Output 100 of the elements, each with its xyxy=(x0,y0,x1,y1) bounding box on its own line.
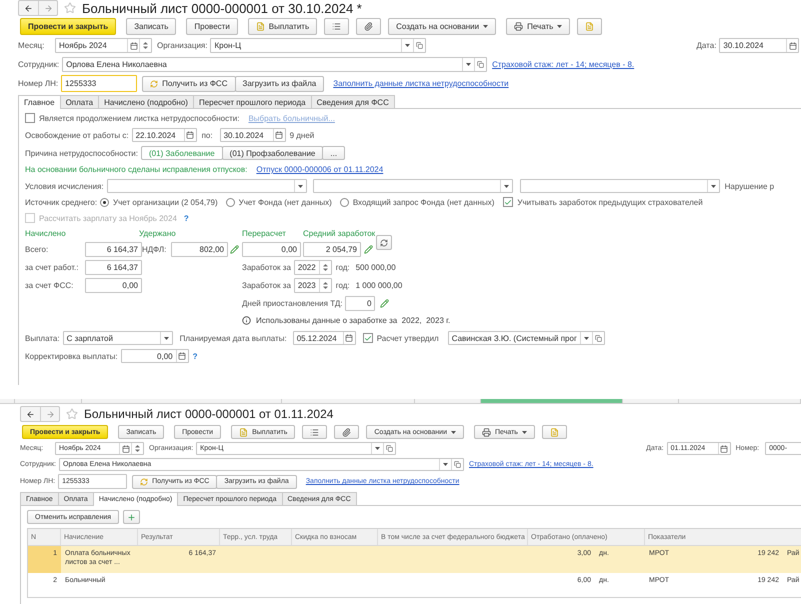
checkbox[interactable] xyxy=(25,113,35,123)
date-field[interactable]: 22.10.2024 xyxy=(132,128,197,142)
plus-icon xyxy=(127,512,136,522)
pencil-icon[interactable] xyxy=(380,299,390,308)
refresh-icon xyxy=(380,238,388,246)
calendar-icon[interactable] xyxy=(345,334,354,342)
star-icon[interactable] xyxy=(64,2,76,14)
field-label: НДФЛ: xyxy=(142,245,168,254)
date-field[interactable]: 30.10.2024 xyxy=(220,128,286,142)
calendar-icon[interactable] xyxy=(122,444,130,452)
caret-icon xyxy=(504,184,509,188)
section-heading: Начислено xyxy=(25,229,66,238)
year-field[interactable]: 2022 xyxy=(294,260,332,275)
list-button[interactable] xyxy=(324,18,350,35)
tab[interactable]: Сведения для ФСС xyxy=(310,95,395,109)
add-row-button[interactable] xyxy=(123,510,140,524)
field-label: Месяц: xyxy=(18,41,46,50)
field-label: год: xyxy=(336,281,351,290)
field-label: Дней приостановления ТД: xyxy=(242,299,344,308)
copy-icon[interactable] xyxy=(594,334,602,342)
insurance-record-link[interactable]: Страховой стаж: лет - 14; месяцев - 8. xyxy=(492,60,634,69)
organization-field[interactable]: Крон-Ц xyxy=(210,38,426,53)
get-from-fss-button[interactable]: Получить из ФСС xyxy=(142,76,236,92)
amount-field[interactable]: 0,00 xyxy=(242,242,301,257)
paperclip-icon xyxy=(342,428,352,436)
days-field[interactable]: 0 xyxy=(345,296,376,311)
field-label: Источник среднего: xyxy=(25,198,98,206)
copy-icon[interactable] xyxy=(416,42,424,49)
cause-option[interactable]: (01) Заболевание xyxy=(141,146,223,160)
document-icon xyxy=(585,22,594,31)
conditions-field[interactable] xyxy=(312,179,513,193)
calendar-icon[interactable] xyxy=(275,131,284,139)
radio-label: Учет организации (2 054,79) xyxy=(113,198,219,206)
fill-data-link[interactable]: Заполнить данные листка нетрудоспособности xyxy=(333,79,509,88)
copy-icon[interactable] xyxy=(477,61,484,68)
print-button[interactable]: Печать xyxy=(506,18,570,35)
field-label: Сотрудник: xyxy=(18,60,60,69)
date-field[interactable]: 05.12.2024 xyxy=(292,331,356,345)
calendar-icon[interactable] xyxy=(788,42,797,50)
cause-option[interactable]: (01) Профзаболевание xyxy=(222,146,324,160)
more-button[interactable]: ... xyxy=(322,146,346,160)
spinner-icon[interactable] xyxy=(322,263,328,272)
tab[interactable]: Пересчет прошлого периода xyxy=(192,95,312,109)
amount-field[interactable]: 2 054,79 xyxy=(303,242,361,257)
document-icon xyxy=(256,22,265,31)
report-button[interactable] xyxy=(577,18,602,35)
tab[interactable]: Начислено (подробно) xyxy=(98,95,194,109)
copy-icon[interactable] xyxy=(454,461,461,468)
list-button[interactable] xyxy=(302,425,328,439)
amount-field[interactable]: 6 164,37 xyxy=(85,242,142,257)
radio-button[interactable] xyxy=(226,198,235,206)
amount-field[interactable]: 0,00 xyxy=(120,349,189,363)
amount-field[interactable]: 0,00 xyxy=(85,278,142,293)
calendar-icon[interactable] xyxy=(720,444,728,452)
checkbox[interactable] xyxy=(362,333,373,343)
attachment-button[interactable] xyxy=(356,18,382,35)
load-from-file-button[interactable]: Загрузить из файла xyxy=(234,76,324,92)
amount-field[interactable]: 802,00 xyxy=(171,242,228,257)
post-and-close-button[interactable]: Провести и закрыть xyxy=(20,18,116,35)
year-field[interactable]: 2023 xyxy=(294,278,332,293)
help-link[interactable]: ? xyxy=(192,352,198,360)
spinner-icon[interactable] xyxy=(135,444,140,453)
document-icon xyxy=(239,428,248,436)
payment-field[interactable]: С зарплатой xyxy=(62,331,173,345)
printer-icon xyxy=(514,22,524,31)
checkbox-label: Рассчитать зарплату за Ноябрь 2024 xyxy=(39,214,178,222)
pencil-icon[interactable] xyxy=(364,245,373,254)
conditions-field[interactable] xyxy=(520,179,720,193)
month-field[interactable]: Ноябрь 2024 xyxy=(55,38,152,53)
report-button[interactable] xyxy=(542,425,567,439)
toolbar-button[interactable]: Записать xyxy=(126,18,176,35)
date-field[interactable]: 30.10.2024 xyxy=(719,38,800,53)
approver-field[interactable]: Савинская З.Ю. (Системный прог xyxy=(448,331,605,345)
vacation-link[interactable]: Отпуск 0000-000006 от 01.11.2024 xyxy=(256,165,384,174)
radio-button[interactable] xyxy=(340,198,349,206)
amount-field[interactable]: 6 164,37 xyxy=(85,260,142,275)
calendar-icon[interactable] xyxy=(130,42,138,50)
refresh-button[interactable] xyxy=(376,235,392,250)
notice-text: На основании больничного сделаны исправления отпусков: xyxy=(25,165,248,174)
calendar-icon[interactable] xyxy=(178,352,186,360)
star-icon[interactable] xyxy=(66,408,78,420)
field-label: за счет работ.: xyxy=(25,263,80,272)
spinner-icon[interactable] xyxy=(143,41,148,50)
tab[interactable]: Оплата xyxy=(60,95,100,109)
tab[interactable]: Главное xyxy=(18,95,61,109)
radio-label: Учет Фонда (нет данных) xyxy=(238,198,333,206)
checkbox[interactable] xyxy=(503,197,514,207)
field-label: Заработок за xyxy=(242,263,292,272)
pay-button[interactable]: Выплатить xyxy=(248,18,318,35)
attachment-button[interactable] xyxy=(334,425,360,439)
calendar-icon[interactable] xyxy=(186,131,194,139)
pencil-icon[interactable] xyxy=(230,245,239,254)
create-based-on-button[interactable]: Создать на основании xyxy=(388,18,496,35)
sick-leave-number-field[interactable]: 1255333 xyxy=(61,75,138,92)
toolbar-button[interactable]: Провести xyxy=(186,18,238,35)
copy-icon[interactable] xyxy=(386,445,394,452)
spinner-icon[interactable] xyxy=(322,281,328,290)
conditions-field[interactable] xyxy=(106,179,307,193)
radio-button[interactable] xyxy=(100,198,110,206)
employee-field[interactable]: Орлова Елена Николаевна xyxy=(62,57,488,72)
